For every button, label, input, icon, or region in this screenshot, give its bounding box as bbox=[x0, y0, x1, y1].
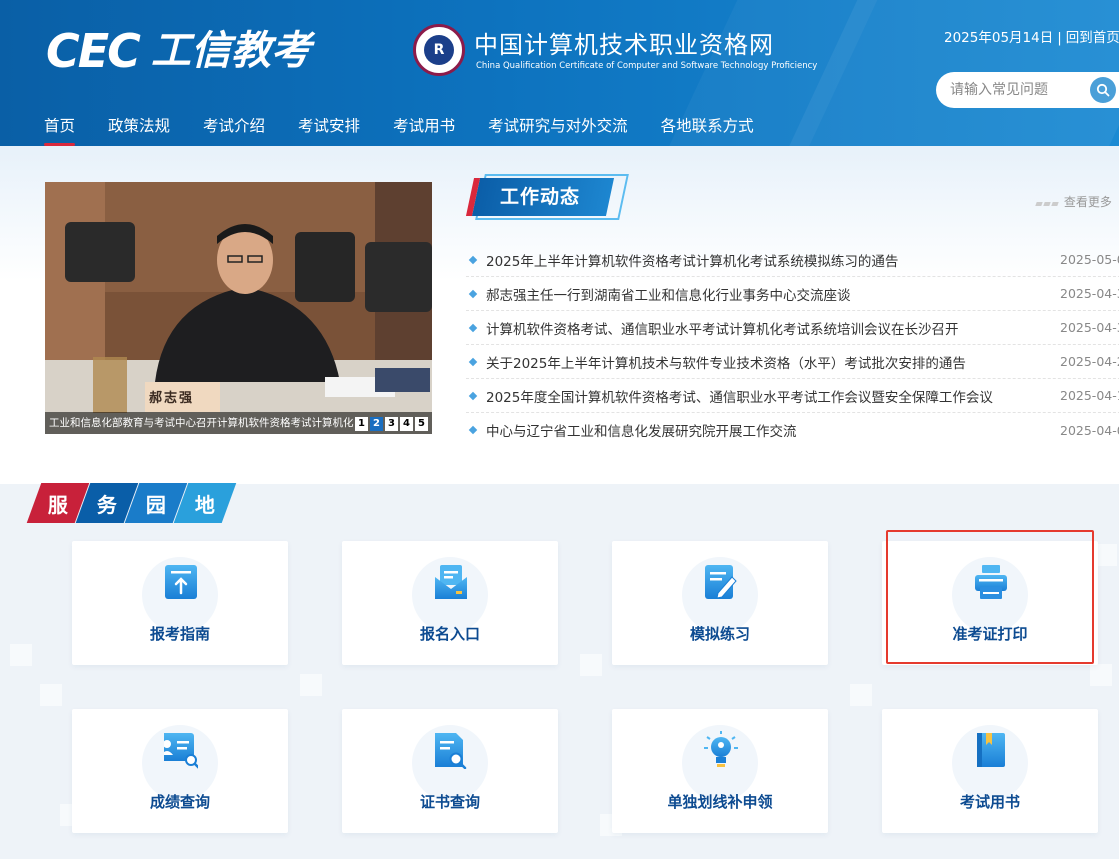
id-card-search-icon bbox=[164, 733, 198, 769]
dash-decoration bbox=[1035, 202, 1043, 206]
service-card-exam-guide[interactable]: 报考指南 bbox=[72, 541, 288, 665]
service-card-practice[interactable]: 模拟练习 bbox=[612, 541, 828, 665]
view-more-label: 查看更多 bbox=[1063, 195, 1112, 209]
news-date: 2025-04-30 bbox=[1060, 320, 1119, 335]
service-title-char-text: 务 bbox=[97, 492, 117, 517]
bg-square bbox=[580, 654, 602, 676]
news-item[interactable]: 2025年上半年计算机软件资格考试计算机化考试系统模拟练习的通告 2025-05… bbox=[466, 243, 1119, 277]
news-title[interactable]: 2025年度全国计算机软件资格考试、通信职业水平考试工作会议暨安全保障工作会议 bbox=[486, 386, 1026, 406]
nav-item-exam-schedule[interactable]: 考试安排 bbox=[298, 114, 360, 146]
search-icon bbox=[1096, 83, 1110, 97]
slider-page-2[interactable]: 2 bbox=[370, 417, 383, 431]
slider-page-5[interactable]: 5 bbox=[415, 417, 428, 431]
card-label: 报考指南 bbox=[149, 625, 210, 643]
news-title[interactable]: 郝志强主任一行到湖南省工业和信息化行业事务中心交流座谈 bbox=[486, 284, 1026, 304]
news-item[interactable]: 中心与辽宁省工业和信息化发展研究院开展工作交流 2025-04-07 bbox=[466, 413, 1119, 447]
service-title: 服 务 园 地 bbox=[26, 483, 237, 523]
bg-square bbox=[40, 684, 62, 706]
cec-logo[interactable]: CEC 工信教考 bbox=[46, 27, 311, 75]
separator: | bbox=[1057, 30, 1062, 46]
name-plate: 郝志强 bbox=[149, 391, 195, 406]
service-card-registration[interactable]: 报名入口 bbox=[342, 541, 558, 665]
service-title-char-text: 地 bbox=[195, 492, 215, 517]
news-date: 2025-05-06 bbox=[1060, 252, 1119, 267]
bg-square bbox=[10, 644, 32, 666]
news-date: 2025-04-30 bbox=[1060, 286, 1119, 301]
service-card-score-query[interactable]: 成绩查询 bbox=[72, 709, 288, 833]
qualification-seal-icon: R bbox=[413, 24, 465, 76]
news-heading: 工作动态 bbox=[465, 174, 629, 222]
slider-page-3[interactable]: 3 bbox=[385, 417, 398, 431]
bg-square bbox=[1090, 664, 1112, 686]
nav-item-research[interactable]: 考试研究与对外交流 bbox=[488, 114, 628, 146]
news-item[interactable]: 2025年度全国计算机软件资格考试、通信职业水平考试工作会议暨安全保障工作会议 … bbox=[466, 379, 1119, 413]
service-card-supplement-apply[interactable]: 单独划线补申领 bbox=[612, 709, 828, 833]
search-input[interactable] bbox=[950, 80, 1090, 100]
lightbulb-icon bbox=[704, 731, 738, 767]
nav-item-policy[interactable]: 政策法规 bbox=[108, 114, 170, 146]
bullet-icon bbox=[468, 391, 478, 400]
slider-page-1[interactable]: 1 bbox=[355, 417, 368, 431]
bullet-icon bbox=[468, 289, 478, 298]
news-date: 2025-04-07 bbox=[1060, 422, 1119, 438]
slider-pager: 1 2 3 4 5 bbox=[355, 417, 428, 431]
seal-letter: R bbox=[424, 35, 454, 65]
nav-item-home[interactable]: 首页 bbox=[44, 114, 76, 146]
home-link[interactable]: 回到首页 bbox=[1066, 30, 1119, 46]
search-button[interactable] bbox=[1090, 77, 1116, 103]
news-list: 2025年上半年计算机软件资格考试计算机化考试系统模拟练习的通告 2025-05… bbox=[466, 243, 1119, 447]
upload-doc-icon bbox=[165, 565, 197, 599]
card-label: 报名入口 bbox=[419, 625, 480, 643]
search-box bbox=[936, 72, 1119, 108]
service-card-certificate-query[interactable]: 证书查询 bbox=[342, 709, 558, 833]
news-title[interactable]: 中心与辽宁省工业和信息化发展研究院开展工作交流 bbox=[486, 420, 1026, 440]
main-nav: 首页 政策法规 考试介绍 考试安排 考试用书 考试研究与对外交流 各地联系方式 bbox=[44, 114, 787, 146]
news-title[interactable]: 2025年上半年计算机软件资格考试计算机化考试系统模拟练习的通告 bbox=[486, 250, 1026, 270]
news-title[interactable]: 计算机软件资格考试、通信职业水平考试计算机化考试系统培训会议在长沙召开 bbox=[486, 318, 1026, 338]
doc-search-icon bbox=[435, 733, 467, 769]
selection-highlight bbox=[886, 530, 1094, 664]
card-label: 单独划线补申领 bbox=[667, 793, 773, 811]
logo-mark: CEC bbox=[46, 24, 141, 78]
slider-page-4[interactable]: 4 bbox=[400, 417, 413, 431]
news-item[interactable]: 关于2025年上半年计算机技术与软件专业技术资格（水平）考试批次安排的通告 20… bbox=[466, 345, 1119, 379]
bg-square bbox=[1095, 544, 1117, 566]
news-date: 2025-04-21 bbox=[1060, 354, 1119, 369]
service-title-char-text: 园 bbox=[146, 492, 166, 517]
meeting-photo bbox=[45, 182, 432, 434]
date-bar: 2025年05月14日 | 回到首页 bbox=[944, 26, 1119, 46]
nav-item-contacts[interactable]: 各地联系方式 bbox=[661, 114, 754, 146]
site-subtitle: China Qualification Certificate of Compu… bbox=[476, 61, 818, 71]
dash-decoration bbox=[1043, 202, 1051, 206]
site-title: 中国计算机技术职业资格网 bbox=[474, 31, 774, 59]
card-label: 考试用书 bbox=[959, 793, 1020, 811]
site-header: CEC 工信教考 R 中国计算机技术职业资格网 China Qualificat… bbox=[0, 0, 1119, 146]
card-label: 成绩查询 bbox=[149, 793, 210, 811]
news-heading-label: 工作动态 bbox=[500, 186, 581, 208]
nav-item-exam-intro[interactable]: 考试介绍 bbox=[203, 114, 265, 146]
logo-name: 工信教考 bbox=[150, 28, 311, 74]
bullet-icon bbox=[468, 425, 478, 435]
book-icon bbox=[977, 733, 1005, 767]
news-date: 2025-04-18 bbox=[1060, 388, 1119, 403]
service-card-exam-books[interactable]: 考试用书 bbox=[882, 709, 1098, 833]
card-label: 证书查询 bbox=[419, 793, 480, 811]
photo-slider[interactable]: 郝志强 工业和信息化部教育与考试中心召开计算机软件资格考试计算机化 1 2 3 … bbox=[45, 182, 432, 434]
bg-square bbox=[300, 674, 322, 696]
news-item[interactable]: 郝志强主任一行到湖南省工业和信息化行业事务中心交流座谈 2025-04-30 bbox=[466, 277, 1119, 311]
card-label: 模拟练习 bbox=[689, 625, 750, 643]
view-more-link[interactable]: 查看更多 bbox=[1035, 193, 1112, 210]
bg-square bbox=[850, 684, 872, 706]
news-title[interactable]: 关于2025年上半年计算机技术与软件专业技术资格（水平）考试批次安排的通告 bbox=[486, 352, 1026, 372]
mail-icon bbox=[435, 565, 467, 599]
bullet-icon bbox=[468, 323, 478, 332]
bullet-icon bbox=[468, 357, 478, 366]
current-date: 2025年05月14日 bbox=[944, 30, 1054, 46]
dash-decoration bbox=[1051, 202, 1059, 206]
bullet-icon bbox=[468, 255, 478, 264]
nav-item-exam-books[interactable]: 考试用书 bbox=[393, 114, 455, 146]
service-title-char-text: 服 bbox=[48, 492, 68, 517]
news-item[interactable]: 计算机软件资格考试、通信职业水平考试计算机化考试系统培训会议在长沙召开 2025… bbox=[466, 311, 1119, 345]
edit-doc-icon bbox=[705, 565, 737, 599]
